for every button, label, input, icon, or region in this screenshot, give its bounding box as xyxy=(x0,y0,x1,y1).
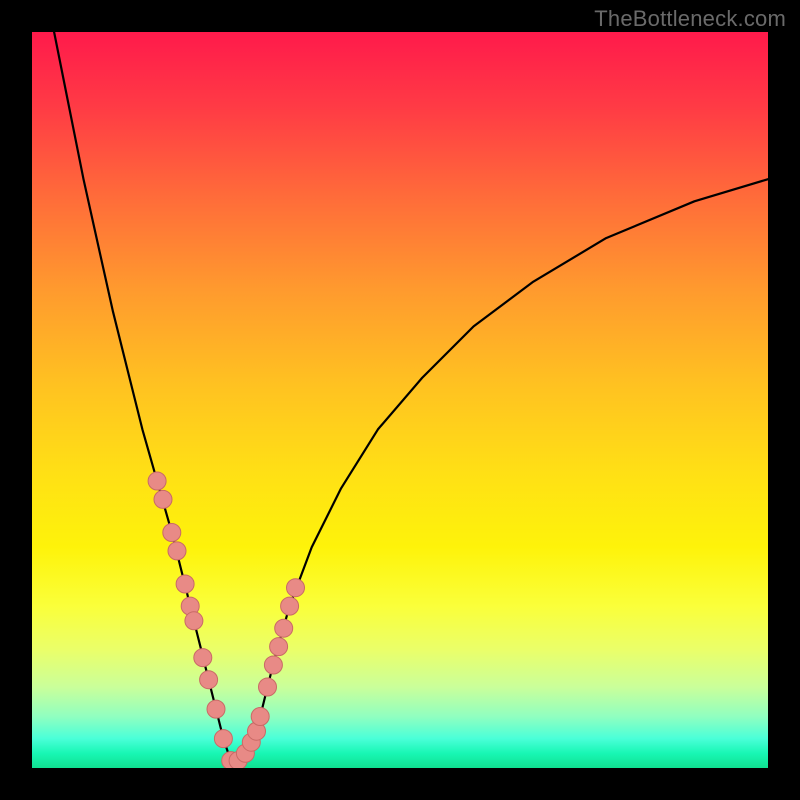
data-marker xyxy=(176,575,194,593)
data-marker xyxy=(168,542,186,560)
bottleneck-curve xyxy=(54,32,768,761)
data-marker xyxy=(287,579,305,597)
data-marker xyxy=(251,708,269,726)
data-marker xyxy=(154,490,172,508)
data-marker xyxy=(270,638,288,656)
chart-svg xyxy=(32,32,768,768)
data-marker xyxy=(275,619,293,637)
data-marker xyxy=(214,730,232,748)
chart-frame: TheBottleneck.com xyxy=(0,0,800,800)
data-marker xyxy=(163,524,181,542)
data-marker xyxy=(148,472,166,490)
data-marker xyxy=(259,678,277,696)
data-marker xyxy=(194,649,212,667)
plot-area xyxy=(32,32,768,768)
watermark-text: TheBottleneck.com xyxy=(594,6,786,32)
data-marker xyxy=(207,700,225,718)
data-marker xyxy=(185,612,203,630)
data-marker xyxy=(200,671,218,689)
data-marker xyxy=(281,597,299,615)
data-marker xyxy=(264,656,282,674)
